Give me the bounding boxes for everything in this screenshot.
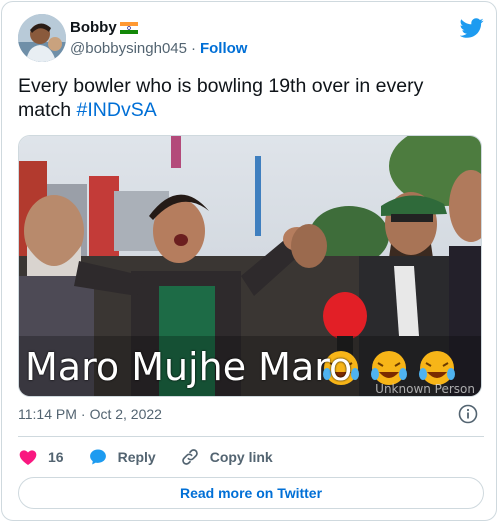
author-names: Bobby @bobbysingh045 · Follow	[70, 18, 247, 59]
link-icon	[181, 449, 198, 465]
display-name-text: Bobby	[70, 19, 117, 36]
hashtag-link[interactable]: #INDvSA	[77, 99, 157, 121]
speech-bubble-icon	[89, 449, 106, 465]
timestamp-separator: ·	[80, 406, 86, 422]
action-bar: 16 Reply Copy link	[18, 445, 297, 469]
read-more-button[interactable]: Read more on Twitter	[18, 477, 484, 509]
tweet-card: Bobby @bobbysingh045 · Follow Every bowler…	[1, 1, 497, 521]
copy-link-button[interactable]: Copy link	[180, 447, 273, 467]
like-count: 16	[48, 449, 64, 465]
reply-label: Reply	[117, 449, 156, 465]
reply-button[interactable]: Reply	[88, 447, 156, 467]
heart-icon	[19, 450, 37, 465]
like-button[interactable]: 16	[18, 447, 64, 467]
twitter-bird-icon[interactable]	[460, 16, 484, 40]
separator-dot: ·	[190, 40, 196, 57]
author-display-name[interactable]: Bobby	[70, 18, 138, 37]
india-flag-icon	[119, 21, 138, 34]
tweet-media[interactable]: Maro Mujhe Maro Unknown Person	[18, 135, 482, 397]
tweet-date: Oct 2, 2022	[89, 406, 162, 422]
media-watermark: Unknown Person	[375, 382, 475, 396]
author-handle[interactable]: @bobbysingh045	[70, 40, 187, 57]
media-caption: Maro Mujhe Maro	[25, 345, 353, 389]
handle-row: @bobbysingh045 · Follow	[70, 39, 247, 59]
avatar[interactable]	[18, 14, 66, 62]
tweet-time: 11:14 PM	[18, 406, 77, 422]
copy-link-label: Copy link	[209, 449, 273, 465]
info-icon[interactable]	[458, 404, 478, 424]
tweet-header: Bobby @bobbysingh045 · Follow	[18, 14, 484, 64]
tweet-timestamp[interactable]: 11:14 PM · Oct 2, 2022	[18, 406, 162, 422]
divider	[18, 436, 484, 437]
tweet-text: Every bowler who is bowling 19th over in…	[18, 74, 468, 122]
follow-button[interactable]: Follow	[200, 40, 248, 57]
